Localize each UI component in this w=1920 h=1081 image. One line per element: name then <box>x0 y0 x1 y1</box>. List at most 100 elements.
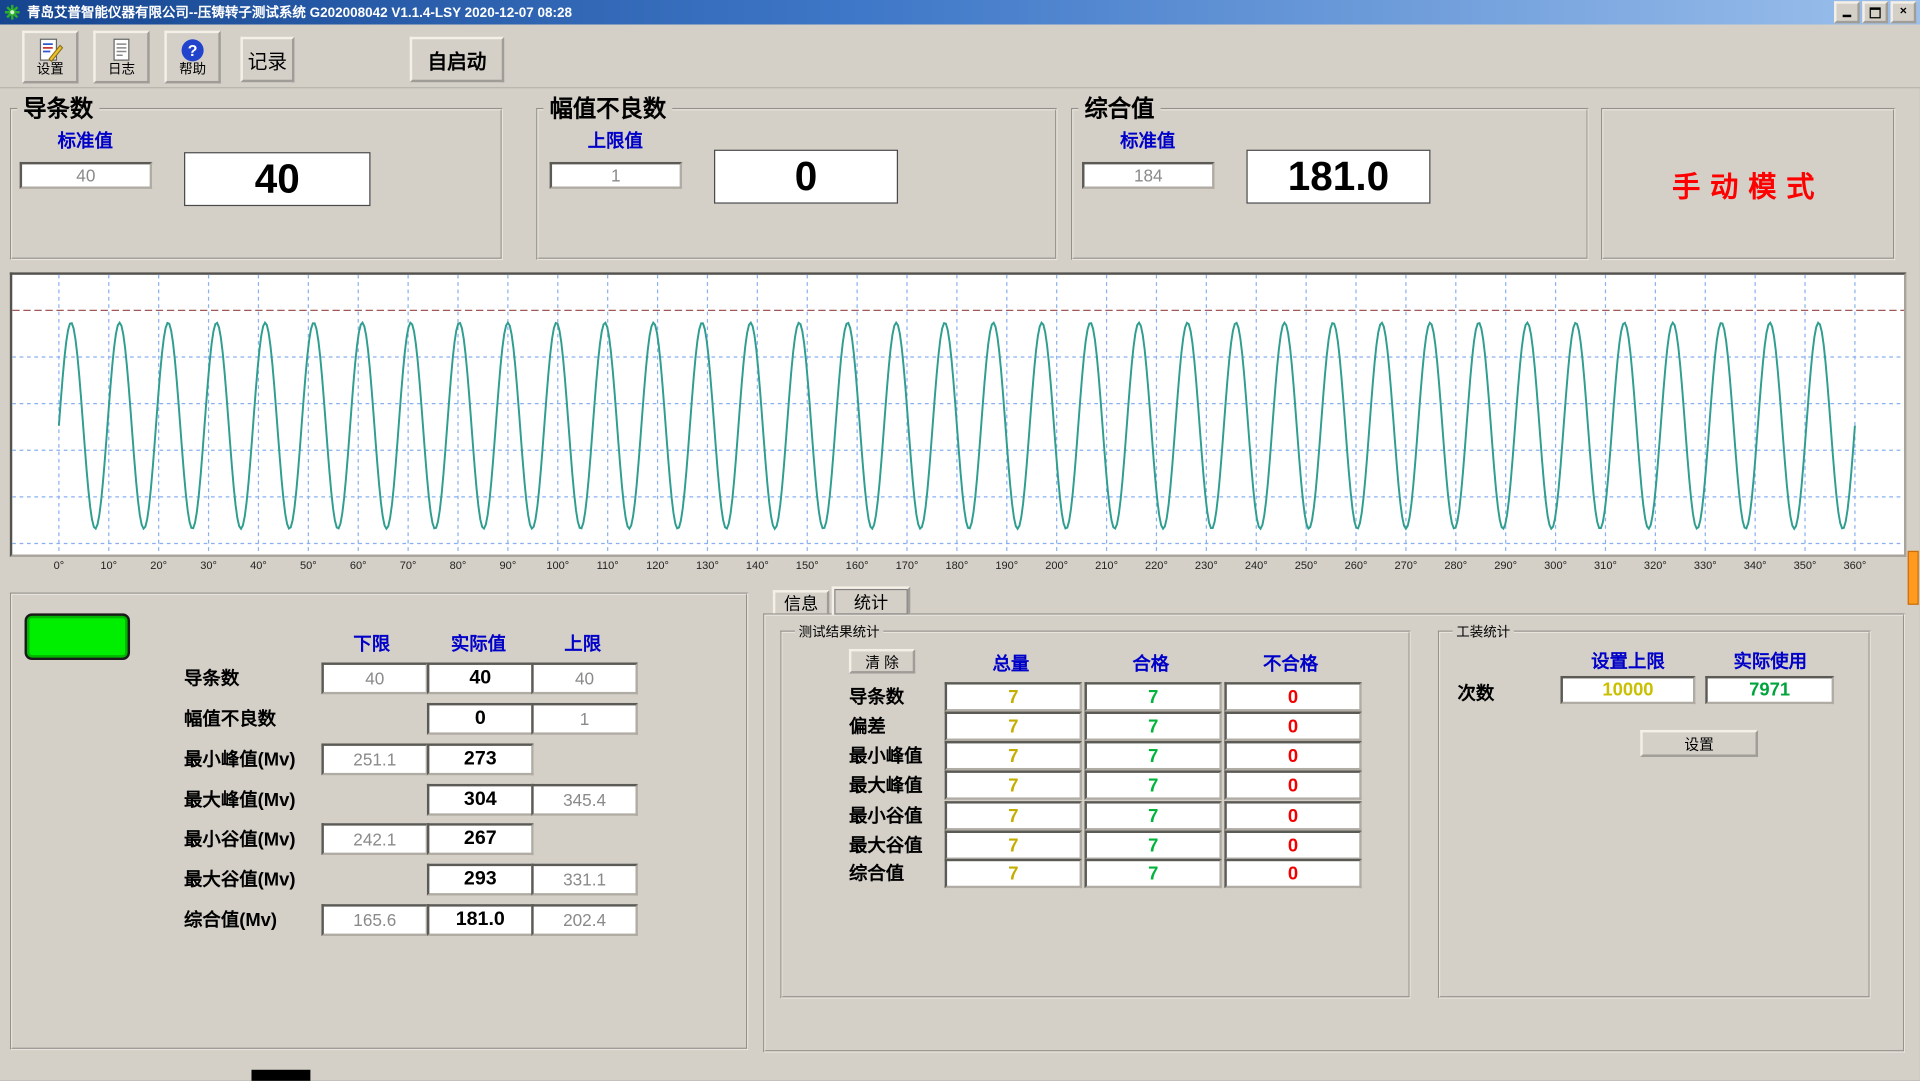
x-axis-tick-label: 100° <box>538 559 577 571</box>
record-button[interactable]: 记录 <box>240 37 294 82</box>
result-row-label-3: 最大峰值(Mv) <box>184 786 295 812</box>
result-actual-value: 293 <box>464 869 497 891</box>
stats-header-pass: 合格 <box>1102 650 1200 676</box>
stat-pass-value: 7 <box>1148 805 1158 826</box>
composite-display: 181.0 <box>1246 150 1430 204</box>
bar-count-ref-label: 标准值 <box>58 128 113 154</box>
clear-button[interactable]: 清 除 <box>849 649 915 674</box>
result-high-field-0: 40 <box>531 662 638 694</box>
stat-total-field-3: 7 <box>945 770 1082 799</box>
result-actual-field-6: 181.0 <box>427 904 534 936</box>
amplitude-defect-ref-value: 1 <box>611 166 621 186</box>
status-lamp <box>25 613 131 660</box>
stat-fail-field-3: 0 <box>1224 770 1361 799</box>
composite-ref-input[interactable]: 184 <box>1082 162 1214 189</box>
x-axis-tick-label: 110° <box>588 559 627 571</box>
result-low-field-0: 40 <box>321 662 428 694</box>
stat-total-field-2: 7 <box>945 741 1082 770</box>
tooling-count-label: 次数 <box>1457 680 1494 706</box>
stat-pass-field-2: 7 <box>1084 741 1221 770</box>
tooling-settings-button[interactable]: 设置 <box>1640 730 1758 757</box>
stat-fail-field-6: 0 <box>1224 859 1361 888</box>
autostart-button[interactable]: 自启动 <box>410 37 504 82</box>
x-axis-tick-label: 90° <box>488 559 527 571</box>
tooling-used-value: 7971 <box>1749 680 1790 701</box>
x-axis-tick-label: 270° <box>1386 559 1425 571</box>
x-axis-tick-label: 30° <box>189 559 228 571</box>
stat-pass-field-5: 7 <box>1084 831 1221 860</box>
stat-pass-value: 7 <box>1148 835 1158 856</box>
x-axis-tick-label: 220° <box>1137 559 1176 571</box>
stats-header-total: 总量 <box>962 650 1060 676</box>
result-row-label-4: 最小谷值(Mv) <box>184 826 295 852</box>
stat-total-value: 7 <box>1008 805 1018 826</box>
tab-info[interactable]: 信息 <box>773 590 829 615</box>
stat-fail-value: 0 <box>1288 686 1298 707</box>
help-button[interactable]: ? 帮助 <box>164 31 220 84</box>
stat-row-label-2: 最小峰值 <box>849 742 923 768</box>
window-title: 青岛艾普智能仪器有限公司--压铸转子测试系统 G202008042 V1.1.4… <box>27 2 1832 22</box>
bar-count-ref-input[interactable]: 40 <box>20 162 152 189</box>
stat-total-value: 7 <box>1008 716 1018 737</box>
x-axis-tick-label: 310° <box>1586 559 1625 571</box>
tooling-used-header: 实际使用 <box>1715 648 1825 674</box>
stat-fail-field-4: 0 <box>1224 801 1361 830</box>
stat-total-value: 7 <box>1008 745 1018 766</box>
stat-row-label-6: 综合值 <box>849 860 904 886</box>
stat-pass-field-4: 7 <box>1084 801 1221 830</box>
settings-button[interactable]: 设置 <box>22 31 78 84</box>
log-icon <box>108 37 135 62</box>
tooling-stats-group-title: 工装统计 <box>1453 622 1514 642</box>
tab-stats[interactable]: 统计 <box>832 586 911 614</box>
x-axis-labels: 0°10°20°30°40°50°60°70°80°90°100°110°120… <box>12 559 1909 576</box>
close-button[interactable]: × <box>1890 1 1916 23</box>
stat-pass-value: 7 <box>1148 716 1158 737</box>
amplitude-defect-display: 0 <box>714 150 898 204</box>
tooling-limit-value: 10000 <box>1602 680 1653 701</box>
x-axis-tick-label: 180° <box>937 559 976 571</box>
result-actual-field-2: 273 <box>427 743 534 775</box>
stat-pass-field-6: 7 <box>1084 859 1221 888</box>
x-axis-tick-label: 170° <box>887 559 926 571</box>
stat-total-value: 7 <box>1008 775 1018 796</box>
stats-header-fail: 不合格 <box>1237 650 1345 676</box>
amplitude-defect-ref-input[interactable]: 1 <box>550 162 682 189</box>
result-high-field-6: 202.4 <box>531 904 638 936</box>
stat-fail-value: 0 <box>1288 805 1298 826</box>
stat-row-label-5: 最大谷值 <box>849 832 923 858</box>
result-low-value: 242.1 <box>353 829 396 849</box>
autostart-button-label: 自启动 <box>428 45 487 74</box>
x-axis-tick-label: 250° <box>1286 559 1325 571</box>
result-actual-value: 304 <box>464 789 497 811</box>
result-actual-value: 181.0 <box>456 909 505 931</box>
result-low-field-6: 165.6 <box>321 904 428 936</box>
result-actual-field-1: 0 <box>427 703 534 735</box>
x-axis-tick-label: 10° <box>89 559 128 571</box>
stat-row-label-1: 偏差 <box>849 713 886 739</box>
x-axis-tick-label: 130° <box>688 559 727 571</box>
result-actual-value: 267 <box>464 828 497 850</box>
x-axis-tick-label: 120° <box>638 559 677 571</box>
log-button[interactable]: 日志 <box>93 31 149 84</box>
result-row-label-0: 导条数 <box>184 665 239 691</box>
x-axis-tick-label: 140° <box>738 559 777 571</box>
x-axis-tick-label: 160° <box>837 559 876 571</box>
minimize-icon <box>1843 15 1852 17</box>
bar-count-title: 导条数 <box>17 91 99 124</box>
result-high-value: 345.4 <box>563 790 606 810</box>
stat-pass-value: 7 <box>1148 863 1158 884</box>
background-window-fragment <box>251 1070 310 1081</box>
stat-total-field-1: 7 <box>945 712 1082 741</box>
scrollbar-thumb[interactable] <box>1908 551 1919 605</box>
result-actual-field-0: 40 <box>427 662 534 694</box>
stat-total-field-0: 7 <box>945 682 1082 711</box>
tooling-settings-button-label: 设置 <box>1684 733 1713 754</box>
result-high-value: 331.1 <box>563 870 606 890</box>
x-axis-tick-label: 190° <box>987 559 1026 571</box>
clear-button-label: 清 除 <box>865 651 899 672</box>
x-axis-tick-label: 320° <box>1636 559 1675 571</box>
minimize-button[interactable] <box>1834 1 1860 23</box>
stat-fail-value: 0 <box>1288 835 1298 856</box>
restore-button[interactable] <box>1862 1 1888 23</box>
result-row-label-5: 最大谷值(Mv) <box>184 866 295 892</box>
